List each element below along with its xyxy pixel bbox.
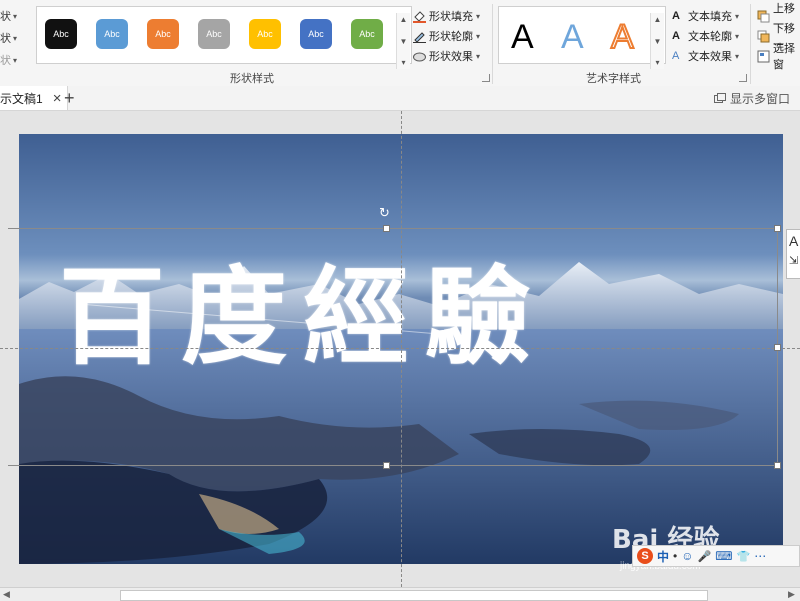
scroll-up-icon[interactable]: ▲ — [654, 15, 662, 24]
ime-voice-icon[interactable]: 🎤 — [697, 550, 711, 563]
dropdown-arrow-icon: ▾ — [13, 56, 18, 65]
ribbon: 状 ▾ 状 ▾ 状 ▾ Abc Abc Abc Abc Abc Abc Abc ▲ ▼… — [0, 0, 800, 87]
selection-pane-button[interactable]: 选择窗 — [757, 43, 800, 71]
art-style-group-label: 艺术字样式 — [586, 73, 641, 85]
shape-style-launcher-icon[interactable] — [482, 74, 490, 82]
ribbon-divider — [750, 4, 751, 84]
new-tab-icon[interactable]: + — [64, 88, 75, 108]
gallery-scroll[interactable]: ▲ ▼ ▾ — [396, 13, 410, 69]
horizontal-scrollbar[interactable]: ◀ ▶ — [0, 587, 800, 601]
resize-handle-top[interactable] — [383, 225, 390, 232]
wordart-path-line — [79, 303, 439, 335]
horizontal-guide — [0, 348, 800, 349]
shape-style-orange[interactable]: Abc — [147, 19, 179, 49]
text-effects-icon: A — [672, 49, 680, 62]
text-fill-icon: A — [672, 9, 680, 22]
art-style-orange-outline[interactable]: A — [610, 17, 635, 57]
resize-handle-bottom[interactable] — [383, 462, 390, 469]
close-tab-icon[interactable]: × — [53, 90, 62, 107]
shape-style-gold[interactable]: Abc — [249, 19, 281, 49]
left-cmd-2[interactable]: 状 ▾ — [0, 28, 26, 50]
ime-emoji-icon[interactable]: ☺ — [681, 549, 693, 563]
text-outline-icon: A — [672, 29, 680, 42]
ime-keyboard-icon[interactable]: ⌨ — [715, 549, 732, 563]
art-style-blue[interactable]: A — [561, 17, 584, 57]
shape-fill-button[interactable]: 形状填充 ▾ — [413, 6, 480, 26]
shape-style-blue[interactable]: Abc — [96, 19, 128, 49]
resize-handle-bottom-right[interactable] — [774, 462, 781, 469]
dropdown-arrow-icon: ▾ — [13, 34, 18, 43]
shape-style-gallery: Abc Abc Abc Abc Abc Abc Abc ▲ ▼ ▾ — [36, 6, 412, 69]
shape-style-black[interactable]: Abc — [45, 19, 77, 49]
layout-options-panel[interactable]: A ⇲ — [786, 229, 800, 279]
shape-effects-button[interactable]: 形状效果 ▾ — [413, 46, 480, 66]
word-art-gallery: A A A ▲ ▼ ▾ — [498, 6, 666, 69]
bring-forward-icon — [757, 10, 770, 23]
document-tab-bar: 示文稿1 × + 显示多窗口 — [0, 86, 800, 111]
shape-style-dark-blue[interactable]: Abc — [300, 19, 332, 49]
text-commands: A 文本填充 ▾ A 文本轮廓 ▾ A 文本效果 ▾ — [672, 6, 739, 66]
selection-border-top — [8, 228, 778, 229]
scroll-down-icon[interactable]: ▼ — [654, 37, 662, 46]
shape-style-green[interactable]: Abc — [351, 19, 383, 49]
text-effects-button[interactable]: A 文本效果 ▾ — [672, 46, 739, 66]
gallery-more-icon[interactable]: ▾ — [401, 58, 405, 67]
resize-handle-right[interactable] — [774, 344, 781, 351]
text-fill-button[interactable]: A 文本填充 ▾ — [672, 6, 739, 26]
dropdown-arrow-icon: ▾ — [735, 51, 740, 61]
document-tab[interactable]: 示文稿1 × — [0, 86, 69, 110]
left-cmd-1[interactable]: 状 ▾ — [0, 6, 26, 28]
art-gallery-scroll[interactable]: ▲ ▼ ▾ — [650, 13, 664, 69]
resize-handle-top-right[interactable] — [774, 225, 781, 232]
scrollbar-thumb[interactable] — [120, 590, 708, 601]
shape-outline-button[interactable]: 形状轮廓 ▾ — [413, 26, 480, 46]
multi-window-icon — [713, 92, 726, 106]
text-outline-button[interactable]: A 文本轮廓 ▾ — [672, 26, 739, 46]
vertical-guide — [401, 111, 402, 587]
slide-workspace: 百度經驗 ↻ A ⇲ Bai 经验 jingyan.baidu.com S 中 … — [0, 111, 800, 587]
scroll-right-icon[interactable]: ▶ — [788, 589, 795, 600]
ime-chinese-mode[interactable]: 中 — [657, 548, 669, 565]
shape-effects-icon — [413, 50, 426, 63]
ime-punctuation-icon[interactable]: • — [673, 549, 677, 563]
send-backward-icon — [757, 30, 770, 43]
scroll-left-icon[interactable]: ◀ — [3, 589, 10, 600]
pen-outline-icon — [413, 30, 426, 43]
dropdown-arrow-icon: ▾ — [735, 31, 740, 41]
dropdown-arrow-icon: ▾ — [476, 31, 481, 41]
layout-option-icon[interactable]: ⇲ — [787, 252, 800, 269]
scroll-down-icon[interactable]: ▼ — [400, 37, 408, 46]
arrange-commands: 上移一 下移一 选择窗 — [757, 3, 800, 71]
ribbon-divider — [492, 4, 493, 84]
dropdown-arrow-icon: ▾ — [13, 12, 18, 21]
ribbon-left-fragment: 状 ▾ 状 ▾ 状 ▾ — [0, 6, 26, 72]
show-multi-window-button[interactable]: 显示多窗口 — [713, 90, 790, 107]
ime-more-icon[interactable]: ⋯ — [754, 549, 766, 563]
sogou-logo-icon[interactable]: S — [637, 548, 653, 564]
dropdown-arrow-icon: ▾ — [476, 51, 481, 61]
rotate-handle-icon[interactable]: ↻ — [379, 205, 390, 221]
dropdown-arrow-icon: ▾ — [476, 11, 481, 21]
scroll-up-icon[interactable]: ▲ — [400, 15, 408, 24]
art-style-black[interactable]: A — [511, 17, 534, 57]
ime-toolbar: S 中 • ☺ 🎤 ⌨ 👕 ⋯ — [632, 545, 800, 567]
paint-bucket-icon — [413, 10, 426, 23]
shape-style-gray[interactable]: Abc — [198, 19, 230, 49]
document-tab-label: 示文稿1 — [0, 91, 43, 106]
shape-commands: 形状填充 ▾ 形状轮廓 ▾ 形状效果 ▾ — [413, 6, 480, 66]
art-style-launcher-icon[interactable] — [739, 74, 747, 82]
ime-skin-icon[interactable]: 👕 — [737, 550, 751, 563]
left-cmd-3[interactable]: 状 ▾ — [0, 50, 26, 72]
gallery-more-icon[interactable]: ▾ — [655, 58, 659, 67]
selection-border-bottom — [8, 465, 778, 466]
shape-style-group-label: 形状样式 — [230, 73, 274, 85]
selection-pane-icon — [757, 50, 770, 63]
text-option-icon[interactable]: A — [787, 230, 800, 252]
dropdown-arrow-icon: ▾ — [735, 11, 740, 21]
